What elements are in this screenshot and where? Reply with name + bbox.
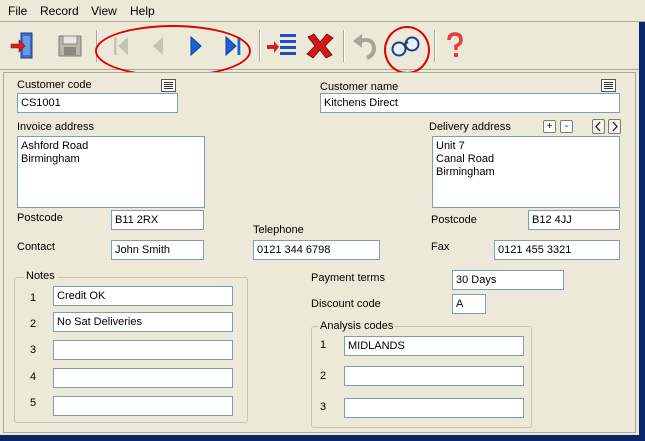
invoice-postcode-field[interactable]: B11 2RX: [111, 210, 204, 230]
note-field-3[interactable]: [53, 340, 233, 360]
remove-delivery-address-button[interactable]: -: [560, 120, 573, 133]
discount-code-label: Discount code: [311, 298, 381, 310]
notes-label: Notes: [24, 270, 57, 282]
delete-record-button[interactable]: [303, 29, 337, 63]
note-field-1[interactable]: Credit OK: [53, 286, 233, 306]
customer-code-label: Customer code: [17, 79, 92, 91]
analysis-code-field-1[interactable]: MIDLANDS: [344, 336, 524, 356]
previous-address-button[interactable]: [592, 119, 605, 134]
delivery-address-label: Delivery address: [429, 121, 511, 133]
delivery-postcode-field[interactable]: B12 4JJ: [528, 210, 620, 230]
invoice-address-line: Ashford Road: [21, 140, 89, 152]
list-lookup-icon[interactable]: [601, 79, 616, 92]
analysis-code-field-3[interactable]: [344, 398, 524, 418]
menu-bar: File Record View Help: [0, 0, 645, 21]
chevron-left-icon: [595, 121, 601, 132]
customer-name-field[interactable]: Kitchens Direct: [320, 93, 620, 113]
note-field-5[interactable]: [53, 396, 233, 416]
delivery-address-field[interactable]: Unit 7 Canal Road Birmingham: [432, 136, 620, 208]
note-number: 4: [30, 371, 37, 383]
delivery-address-line: Canal Road: [436, 153, 495, 165]
invoice-postcode-label: Postcode: [17, 212, 63, 224]
payment-terms-label: Payment terms: [311, 272, 385, 284]
fax-label: Fax: [431, 241, 450, 253]
analysis-number: 2: [320, 370, 327, 382]
help-question-icon: [447, 32, 463, 57]
toolbar-separator: [343, 30, 345, 62]
customer-name-label: Customer name: [320, 81, 399, 93]
analysis-code-field-2[interactable]: [344, 366, 524, 386]
customer-code-field[interactable]: CS1001: [17, 93, 178, 113]
save-disk-icon: [58, 35, 82, 57]
analysis-codes-label: Analysis codes: [318, 320, 396, 332]
help-button[interactable]: [438, 29, 472, 63]
save-button[interactable]: [53, 29, 87, 63]
delivery-address-line: Unit 7: [436, 140, 465, 152]
menu-record[interactable]: Record: [38, 4, 81, 18]
add-delivery-address-button[interactable]: +: [543, 120, 556, 133]
contact-label: Contact: [17, 241, 55, 253]
chevron-right-icon: [612, 121, 618, 132]
insert-record-icon: [267, 34, 296, 55]
delete-record-icon: [306, 33, 334, 59]
note-number: 2: [30, 318, 37, 330]
delivery-address-line: Birmingham: [436, 166, 495, 178]
discount-code-field[interactable]: A: [452, 294, 486, 314]
next-address-button[interactable]: [608, 119, 621, 134]
note-number: 3: [30, 344, 37, 356]
annotation-circle-navigation: [95, 25, 251, 77]
undo-icon: [353, 34, 377, 60]
telephone-field[interactable]: 0121 344 6798: [253, 240, 380, 260]
annotation-circle-find: [384, 26, 430, 74]
toolbar: [0, 22, 639, 77]
menu-help[interactable]: Help: [128, 4, 157, 18]
menu-view[interactable]: View: [89, 4, 119, 18]
note-number: 1: [30, 292, 37, 304]
payment-terms-field[interactable]: 30 Days: [452, 270, 564, 290]
window-bottom-border: [0, 435, 645, 441]
note-field-4[interactable]: [53, 368, 233, 388]
insert-record-button[interactable]: [265, 29, 299, 63]
fax-field[interactable]: 0121 455 3321: [494, 240, 620, 260]
toolbar-separator: [259, 30, 261, 62]
telephone-label: Telephone: [253, 224, 304, 236]
contact-field[interactable]: John Smith: [111, 240, 204, 260]
invoice-address-line: Birmingham: [21, 153, 80, 165]
note-field-2[interactable]: No Sat Deliveries: [53, 312, 233, 332]
exit-button[interactable]: [5, 29, 39, 63]
list-lookup-icon[interactable]: [161, 79, 176, 92]
delivery-postcode-label: Postcode: [431, 214, 477, 226]
window-right-border: [639, 0, 645, 441]
analysis-number: 1: [320, 339, 327, 351]
note-number: 5: [30, 397, 37, 409]
exit-door-icon: [10, 32, 33, 59]
invoice-address-field[interactable]: Ashford Road Birmingham: [17, 136, 205, 208]
invoice-address-label: Invoice address: [17, 121, 95, 133]
menu-file[interactable]: File: [6, 4, 29, 18]
undo-button[interactable]: [349, 29, 383, 63]
toolbar-separator: [434, 30, 436, 62]
analysis-number: 3: [320, 401, 327, 413]
